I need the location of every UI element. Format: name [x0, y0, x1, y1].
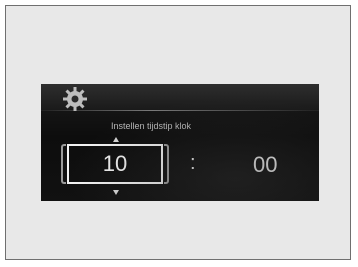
gear-icon	[63, 87, 87, 111]
hour-selector-left-bracket	[61, 144, 66, 184]
minutes-value[interactable]: 00	[253, 152, 277, 178]
screen-title: Instellen tijdstip klok	[111, 121, 192, 131]
hour-down-arrow-icon[interactable]	[113, 190, 119, 195]
header-bar	[41, 84, 319, 111]
hour-selector[interactable]: 10	[61, 142, 169, 188]
clock-settings-screen: Instellen tijdstip klok 10 : 00	[41, 84, 319, 201]
hour-field[interactable]: 10	[67, 144, 163, 184]
header-divider	[41, 110, 319, 111]
time-separator: :	[190, 152, 196, 174]
hour-value: 10	[102, 151, 128, 176]
figure-frame: Instellen tijdstip klok 10 : 00	[5, 5, 351, 260]
hour-selector-right-bracket	[164, 144, 169, 184]
